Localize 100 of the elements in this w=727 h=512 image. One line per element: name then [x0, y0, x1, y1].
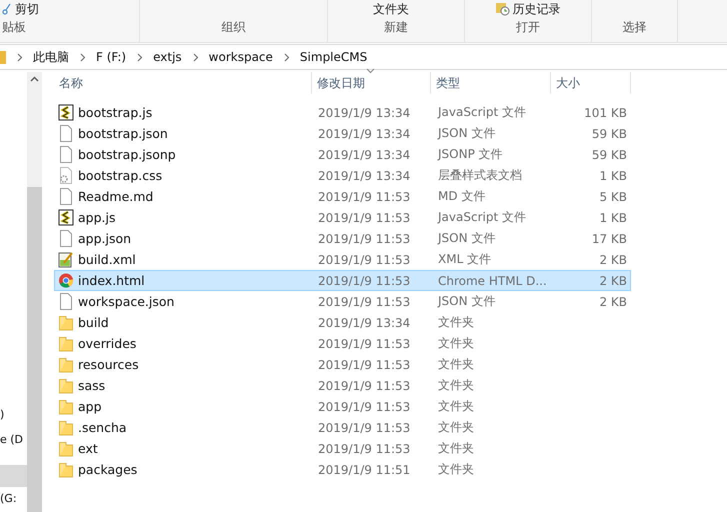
date-cell-text: 2019/1/9 11:53 [317, 190, 412, 204]
folder-icon [58, 440, 74, 457]
chevron-icon [282, 52, 290, 62]
date-cell-text: 2019/1/9 11:53 [317, 420, 412, 434]
file-name: packages [78, 462, 138, 477]
folder-icon [58, 419, 74, 436]
file-icon [58, 230, 74, 247]
file-row[interactable]: resources 2019/1/9 11:53 文件夹 [54, 354, 631, 375]
date-cell-text: 2019/1/9 11:53 [317, 378, 412, 392]
ribbon-command[interactable]: 文件夹 [373, 2, 409, 16]
file-row[interactable]: bootstrap.jsonp 2019/1/9 13:34 JSONP 文件 59 KB [54, 144, 631, 165]
file-icon [58, 188, 74, 205]
file-icon [58, 125, 74, 142]
column-header[interactable]: 名称 [54, 72, 312, 94]
file-name: app.json [78, 231, 132, 246]
scrollbar[interactable] [27, 72, 42, 512]
date-cell-text: 2019/1/9 11:53 [317, 210, 412, 224]
date-cell-text: 2019/1/9 13:34 [317, 168, 412, 182]
breadcrumb-item[interactable]: F (F:) [96, 50, 126, 64]
folder-icon [58, 356, 74, 373]
folder-icon [58, 335, 74, 352]
size-cell-text: 1 KB [598, 168, 628, 182]
type-cell-text: JSON 文件 [436, 293, 496, 310]
nav-item[interactable]: ) [0, 403, 27, 425]
scrollbar-thumb[interactable] [27, 187, 42, 512]
file-row[interactable]: app.js 2019/1/9 11:53 JavaScript 文件 1 KB [54, 207, 631, 228]
file-name: bootstrap.json [78, 126, 168, 141]
file-row[interactable]: build 2019/1/9 13:34 文件夹 [54, 312, 631, 333]
file-row[interactable]: sass 2019/1/9 11:53 文件夹 [54, 375, 631, 396]
address-bar[interactable]: 此电脑 F (F:) extjs workspace SimpleCMS [0, 44, 727, 70]
type-cell-text: 文件夹 [437, 419, 475, 436]
file-row[interactable]: bootstrap.json 2019/1/9 13:34 JSON 文件 59 KB [54, 123, 631, 144]
file-name: resources [78, 357, 139, 372]
type-cell-text: 文件夹 [437, 314, 475, 331]
file-row[interactable]: bootstrap.js 2019/1/9 13:34 JavaScript 文件 101 KB [54, 102, 631, 123]
date-cell-text: 2019/1/9 11:53 [317, 358, 412, 372]
chevron-icon [136, 52, 144, 62]
nav-item[interactable]: (G: [0, 487, 27, 509]
file-icon [58, 293, 74, 310]
file-row[interactable]: build.xml 2019/1/9 11:53 XML 文件 2 KB [54, 249, 631, 270]
file-name: workspace.json [78, 294, 174, 309]
chrome-icon [58, 272, 74, 289]
file-name: sass [78, 378, 106, 393]
folder-icon [58, 461, 74, 478]
type-cell-text: JSONP 文件 [436, 146, 504, 163]
size-cell-text: 59 KB [590, 126, 628, 140]
date-cell-text: 2019/1/9 13:34 [317, 148, 412, 162]
file-name: build [78, 315, 109, 330]
file-row[interactable]: overrides 2019/1/9 11:53 文件夹 [54, 333, 631, 354]
type-cell-text: JSON 文件 [436, 125, 496, 142]
scissors-icon [2, 3, 12, 15]
script-file-icon [58, 104, 74, 121]
breadcrumb-item[interactable]: SimpleCMS [300, 50, 368, 64]
file-row[interactable]: .sencha 2019/1/9 11:53 文件夹 [54, 417, 631, 438]
folder-icon [58, 314, 74, 331]
type-cell-text: JSON 文件 [436, 230, 496, 247]
size-cell-text: 2 KB [598, 252, 628, 266]
ribbon-group-label: 新建 [384, 19, 408, 36]
history-icon [496, 2, 510, 16]
breadcrumb-item[interactable]: 此电脑 [33, 48, 69, 66]
date-cell-text: 2019/1/9 11:53 [317, 252, 412, 266]
file-name: bootstrap.js [78, 105, 152, 120]
file-row[interactable]: index.html 2019/1/9 11:53 Chrome HTML D... 2 KB [54, 270, 631, 291]
file-name: build.xml [78, 252, 136, 267]
file-row[interactable]: bootstrap.css 2019/1/9 13:34 层叠样式表文档 1 KB [54, 165, 631, 186]
ribbon-group-label: 组织 [222, 19, 246, 36]
file-row[interactable]: ext 2019/1/9 11:53 文件夹 [54, 438, 631, 459]
chevron-icon [79, 52, 86, 62]
ribbon-group-label: 打开 [516, 19, 540, 36]
script-file-icon [58, 209, 74, 226]
size-cell-text: 17 KB [590, 232, 628, 246]
file-name: app.js [78, 210, 116, 225]
nav-item[interactable] [0, 465, 27, 487]
folder-icon [58, 398, 74, 415]
type-cell-text: JavaScript 文件 [436, 104, 527, 121]
file-row[interactable]: Readme.md 2019/1/9 11:53 MD 文件 5 KB [54, 186, 631, 207]
file-icon [58, 146, 74, 163]
date-cell-text: 2019/1/9 11:53 [317, 294, 412, 308]
file-row[interactable]: packages 2019/1/9 11:51 文件夹 [54, 459, 631, 480]
ribbon-command[interactable]: 剪切 [2, 2, 39, 16]
ribbon-command[interactable]: 历史记录 [496, 2, 560, 16]
breadcrumb-item[interactable]: extjs [153, 50, 182, 64]
nav-item[interactable]: e (D [0, 428, 27, 450]
file-row[interactable]: workspace.json 2019/1/9 11:53 JSON 文件 2 KB [54, 291, 631, 312]
breadcrumb-item[interactable]: workspace [208, 50, 273, 64]
column-header[interactable]: 修改日期 [312, 72, 431, 94]
file-row[interactable]: app.json 2019/1/9 11:53 JSON 文件 17 KB [54, 228, 631, 249]
type-cell-text: XML 文件 [437, 251, 492, 268]
gear-file-icon [58, 167, 74, 184]
date-cell-text: 2019/1/9 11:53 [317, 442, 412, 456]
column-header[interactable]: 类型 [431, 72, 551, 94]
type-cell-text: MD 文件 [437, 188, 486, 205]
type-cell-text: 文件夹 [437, 461, 475, 478]
column-header[interactable]: 大小 [551, 72, 631, 94]
file-name: ext [78, 441, 98, 456]
date-cell-text: 2019/1/9 13:34 [317, 126, 412, 140]
size-cell-text: 2 KB [598, 294, 628, 308]
file-name: .sencha [78, 420, 127, 435]
file-row[interactable]: app 2019/1/9 11:53 文件夹 [54, 396, 631, 417]
type-cell-text: JavaScript 文件 [436, 209, 527, 226]
